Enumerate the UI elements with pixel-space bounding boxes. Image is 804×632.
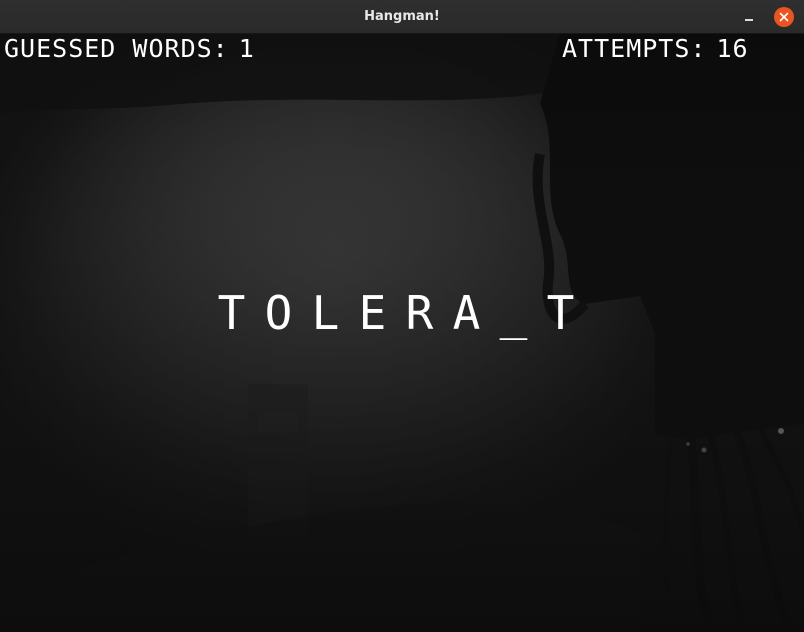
game-canvas[interactable]: GUESSED WORDS: 1 ATTEMPTS: 16 T O L E R A _ T [0,34,804,632]
title-bar[interactable]: Hangman! [0,0,804,34]
close-button[interactable] [774,7,794,27]
close-icon [779,12,789,22]
attempts-value: 16 [716,34,749,63]
guessed-words-counter: GUESSED WORDS: 1 [4,34,255,64]
word-letter: R [405,286,434,340]
word-letter-blank: _ [499,286,528,340]
window-title: Hangman! [364,9,440,24]
word-letter: L [311,286,340,340]
minimize-button[interactable] [740,9,758,25]
word-letter: T [546,286,575,340]
app-window: Hangman! GUESSED WORDS: 1 ATTEMPTS: 16 T… [0,0,804,632]
word-letter: A [452,286,481,340]
hidden-word: T O L E R A _ T [208,288,628,338]
word-letter: O [264,286,293,340]
guessed-words-value: 1 [238,34,255,63]
word-letter: E [358,286,387,340]
attempts-label: ATTEMPTS: [562,34,707,63]
word-letter: T [217,286,246,340]
attempts-counter: ATTEMPTS: 16 [562,34,749,64]
guessed-words-label: GUESSED WORDS: [4,34,229,63]
